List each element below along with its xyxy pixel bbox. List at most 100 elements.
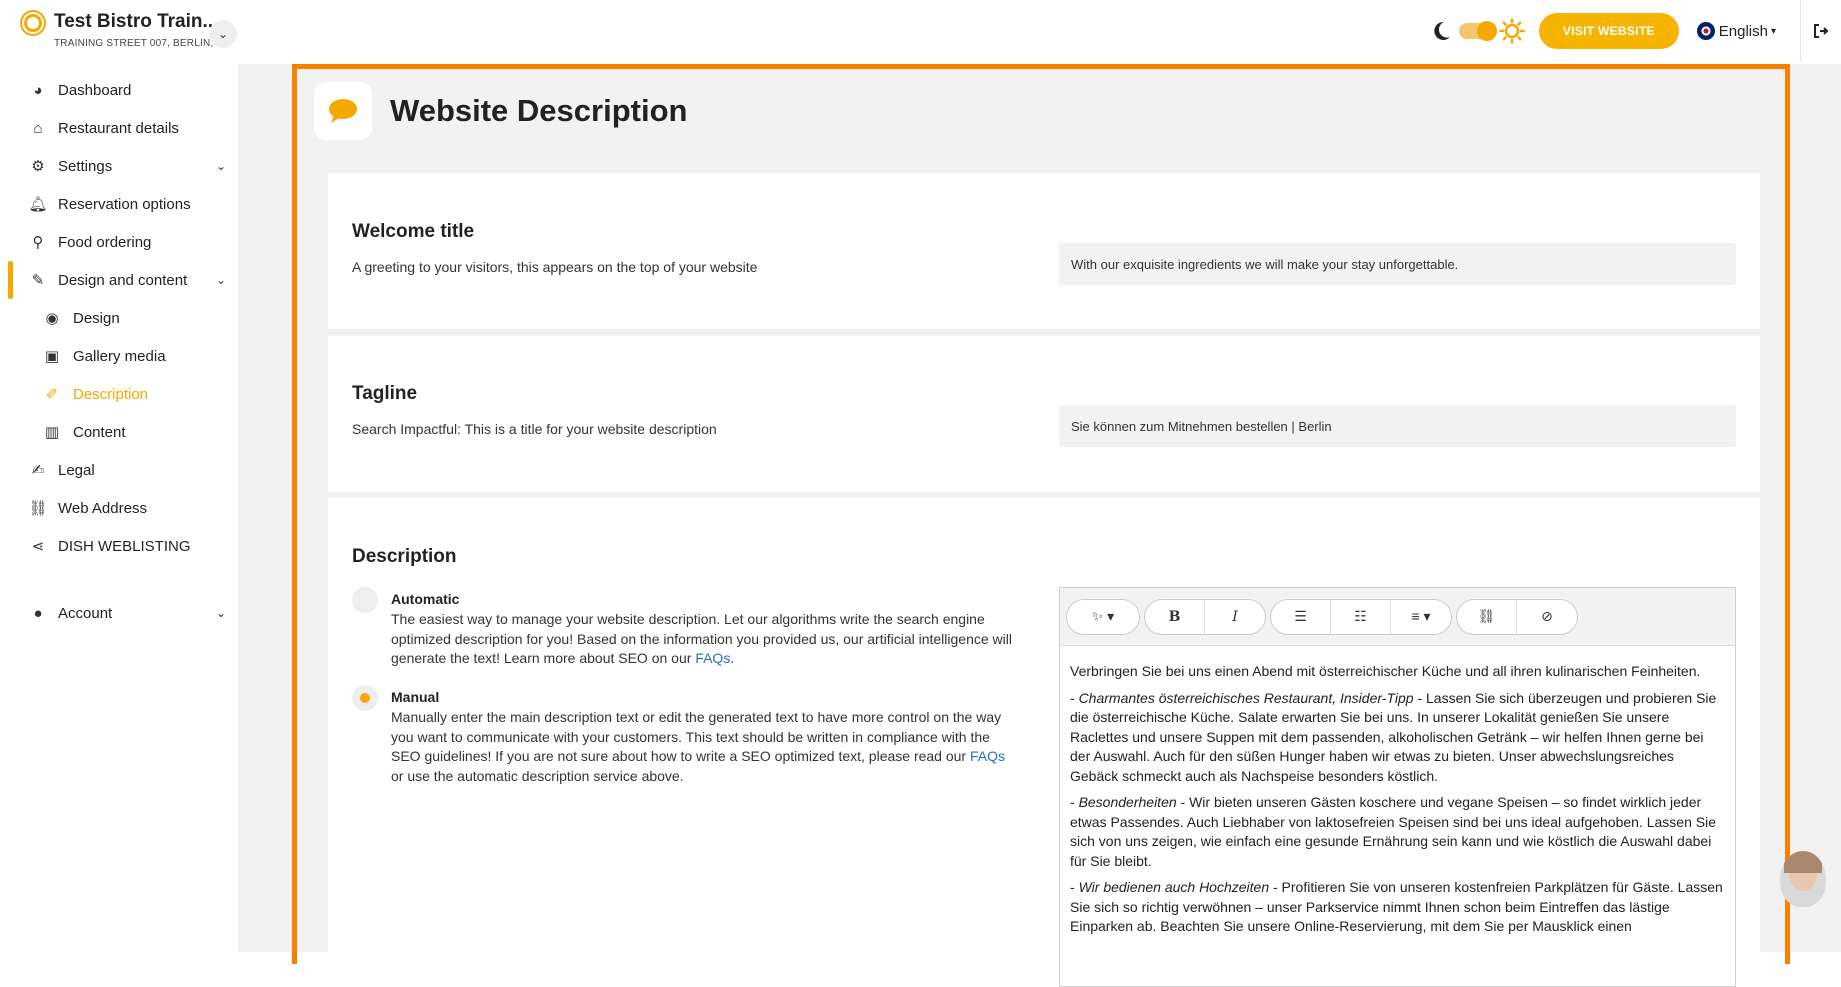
restaurant-switcher-chevron-icon[interactable]: ⌄ [209,20,237,48]
brand[interactable]: Test Bistro Train.. TRAINING STREET 007,… [20,10,231,49]
bold-icon[interactable]: B [1145,599,1205,634]
moon-icon [1434,21,1450,40]
restaurant-logo-icon [20,10,46,36]
link-icon[interactable]: ⛓ [1457,599,1517,634]
automatic-option-title: Automatic [391,591,460,607]
theme-toggle[interactable] [1429,18,1525,44]
bullet-list-icon[interactable]: ☰ [1271,599,1331,634]
gear-icon: ⚙ [31,158,45,175]
manual-option-title: Manual [391,689,440,705]
sidebar-item-gallery-media[interactable]: ▣ Gallery media [0,337,238,375]
welcome-title-heading: Welcome title [352,221,475,242]
description-card: Description Automatic The easiest way to… [328,498,1760,987]
user-icon: ● [33,604,43,622]
main-content: Website Description Welcome title A gree… [238,64,1841,987]
rich-text-editor[interactable]: ✨︎ ▾ B I ☰ ☷ ≡ ▾ ⛓ ⊘ Verbringen Sie bei … [1059,587,1736,987]
images-icon: ▣ [44,348,60,365]
pen-icon: ✐ [45,386,59,403]
sidebar-item-reservation-options[interactable]: 🔔︎ Reservation options [0,185,238,223]
dashboard-icon: ◕ [33,81,43,99]
home-icon: ⌂ [33,119,43,137]
editor-content[interactable]: Verbringen Sie bei uns einen Abend mit ö… [1060,646,1735,937]
chevron-down-icon: ▾ [1770,25,1776,37]
sidebar-item-label: DISH WEBLISTING [58,537,191,555]
sidebar-item-label: Settings [58,157,113,175]
tagline-card: Tagline Search Impactful: This is a titl… [328,336,1760,492]
sidebar-item-design-and-content[interactable]: ✎ Design and content ⌄ [0,261,238,299]
welcome-title-input[interactable]: With our exquisite ingredients we will m… [1059,243,1736,285]
sidebar-item-content[interactable]: ▥ Content [0,413,238,451]
bell-icon: 🔔︎ [28,196,48,213]
sidebar-item-legal[interactable]: ✍ Legal [0,451,238,489]
sidebar-item-label: Web Address [58,499,147,517]
uk-flag-icon [1696,22,1715,40]
sidebar-item-design[interactable]: ◉ Design [0,299,238,337]
tagline-input[interactable]: Sie können zum Mitnehmen bestellen | Ber… [1059,405,1736,447]
tagline-description: Search Impactful: This is a title for yo… [352,421,717,437]
bike-icon: ⚲ [32,234,44,251]
sidebar-item-label: Design and content [58,271,188,289]
chevron-down-icon: ⌄ [215,273,226,287]
palette-icon: ◉ [45,310,59,327]
align-icon[interactable]: ≡ ▾ [1391,600,1451,634]
book-icon: ▥ [44,424,60,441]
faqs-link[interactable]: FAQs [970,748,1005,764]
language-selector[interactable]: English ▾ [1696,22,1776,40]
sidebar-item-label: Dashboard [58,81,132,99]
sidebar-item-account[interactable]: ● Account ⌄ [0,594,238,632]
sidebar-item-label: Legal [58,461,95,479]
sidebar-item-label: Content [73,423,126,441]
sidebar-item-food-ordering[interactable]: ⚲ Food ordering [0,223,238,261]
restaurant-name: Test Bistro Train.. [54,11,214,32]
sidebar-item-description[interactable]: ✐ Description [0,375,238,413]
logout-icon[interactable] [1801,23,1841,39]
brush-icon: ✎ [31,272,45,289]
sidebar-item-dish-weblisting[interactable]: ⋖ DISH WEBLISTING [0,527,238,565]
editor-paragraph: - Charmantes österreichisches Restaurant… [1070,689,1717,784]
restaurant-address: TRAINING STREET 007, BERLIN, DE [54,38,231,49]
chevron-down-icon: ⌄ [215,159,226,173]
language-label: English [1718,22,1768,40]
visit-website-button[interactable]: VISIT WEBSITE [1538,13,1679,49]
automatic-radio[interactable] [352,587,378,613]
description-heading: Description [352,546,457,567]
sidebar-item-web-address[interactable]: ⛓ Web Address [0,489,238,527]
italic-icon[interactable]: I [1205,600,1265,634]
support-avatar[interactable] [1780,851,1826,907]
theme-switch-track[interactable] [1458,21,1497,41]
sidebar-item-label: Account [58,604,113,622]
unlink-icon[interactable]: ⊘ [1517,600,1577,634]
welcome-title-card: Welcome title A greeting to your visitor… [328,173,1760,329]
sidebar-item-label: Reservation options [58,195,191,213]
sidebar-item-label: Design [73,309,120,327]
sidebar-item-dashboard[interactable]: ◕ Dashboard [0,71,238,109]
sidebar-item-label: Restaurant details [58,119,179,137]
editor-toolbar: ✨︎ ▾ B I ☰ ☷ ≡ ▾ ⛓ ⊘ [1060,588,1735,646]
sun-icon [1499,18,1525,44]
sidebar-item-restaurant-details[interactable]: ⌂ Restaurant details [0,109,238,147]
sidebar-item-label: Gallery media [73,347,166,365]
page-title: Website Description [390,93,688,128]
sidebar-item-label: Food ordering [58,233,152,251]
manual-option-text: Manually enter the main description text… [391,709,1005,784]
tagline-heading: Tagline [352,383,418,404]
signature-icon: ✍ [31,462,45,479]
magic-wand-icon[interactable]: ✨︎ ▾ [1067,600,1139,634]
share-icon: ⋖ [31,538,45,555]
editor-paragraph: - Besonderheiten - Wir bieten unseren Gä… [1070,794,1717,869]
faqs-link[interactable]: FAQs [695,650,730,666]
chevron-down-icon: ⌄ [215,606,226,620]
editor-paragraph: Verbringen Sie bei uns einen Abend mit ö… [1070,663,1701,679]
page-header: Website Description [314,82,687,140]
automatic-option-text: The easiest way to manage your website d… [391,611,1012,666]
sidebar-item-settings[interactable]: ⚙ Settings ⌄ [0,147,238,185]
link-icon: ⛓ [28,500,48,517]
top-header: Test Bistro Train.. TRAINING STREET 007,… [0,0,1841,64]
manual-radio[interactable] [352,685,378,711]
sidebar-item-label: Description [73,385,149,403]
editor-paragraph: - Wir bedienen auch Hochzeiten - Profiti… [1070,879,1723,934]
sidebar-nav: ◕ Dashboard ⌂ Restaurant details ⚙ Setti… [0,64,238,952]
welcome-title-description: A greeting to your visitors, this appear… [352,259,758,275]
numbered-list-icon[interactable]: ☷ [1331,599,1391,634]
speech-bubble-icon [314,82,372,140]
